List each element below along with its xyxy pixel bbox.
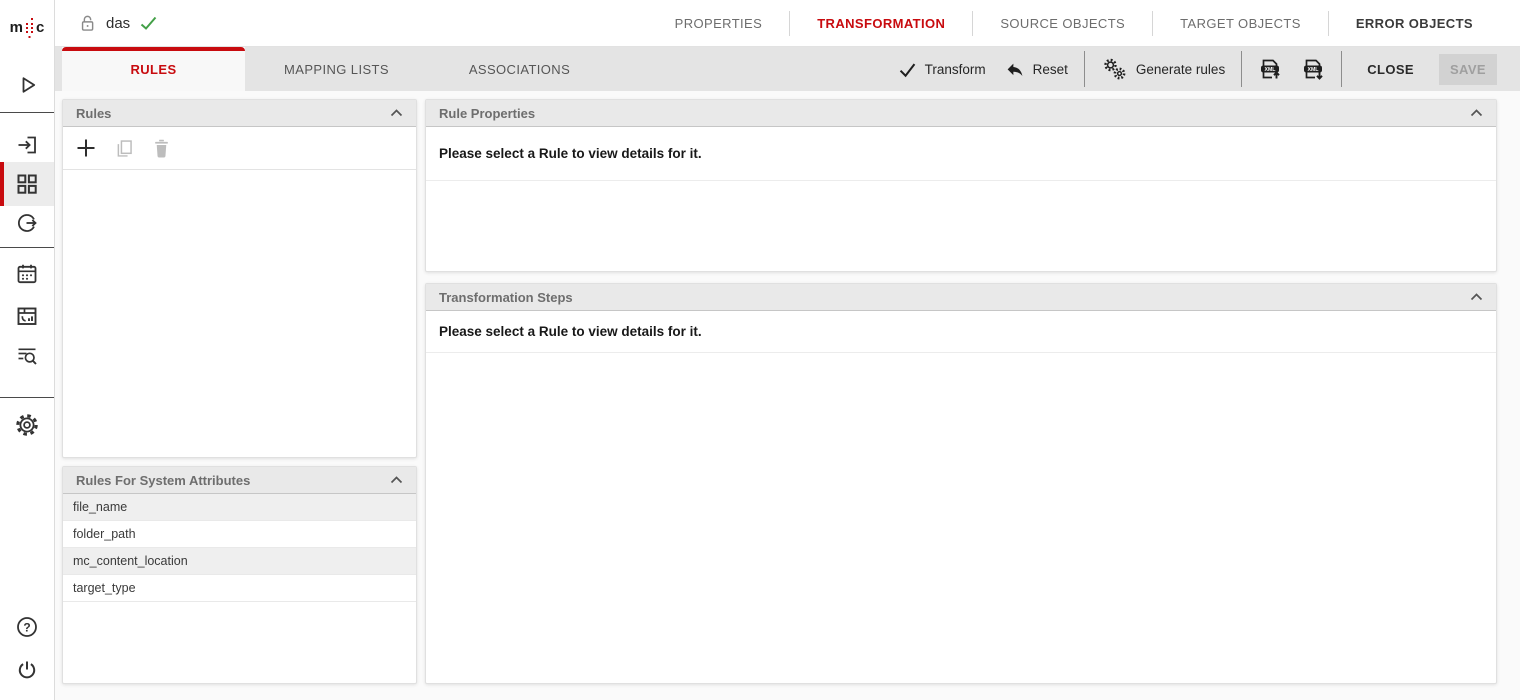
- toolbar-divider: [1341, 51, 1342, 87]
- logo-letter-m: m: [10, 19, 23, 36]
- app-sidebar: m c: [0, 0, 55, 700]
- tab-rules[interactable]: RULES: [62, 47, 245, 91]
- rule-properties-panel: Rule Properties Please select a Rule to …: [425, 99, 1497, 272]
- run-icon[interactable]: [0, 63, 54, 107]
- document-name: das: [106, 15, 130, 32]
- transformation-steps-panel: Transformation Steps Please select a Rul…: [425, 283, 1497, 684]
- toolbar-divider: [1241, 51, 1242, 87]
- tab-target-objects[interactable]: TARGET OBJECTS: [1153, 16, 1328, 31]
- rules-actions-bar: [63, 127, 416, 170]
- reset-button[interactable]: Reset: [1002, 60, 1071, 78]
- green-check-icon: [139, 15, 158, 31]
- logo-dots-icon: [24, 17, 35, 39]
- attribute-row-target-type[interactable]: target_type: [63, 575, 416, 602]
- copy-rule-button[interactable]: [114, 138, 135, 159]
- transformation-steps-header: Transformation Steps: [426, 284, 1496, 311]
- xml-export-button[interactable]: XML: [1298, 57, 1328, 81]
- collapse-chevron-icon[interactable]: [1470, 293, 1483, 301]
- system-attributes-header: Rules For System Attributes: [63, 467, 416, 494]
- power-icon[interactable]: [0, 648, 54, 692]
- app-logo: m c: [0, 0, 54, 55]
- attribute-row-file-name[interactable]: file_name: [63, 494, 416, 521]
- undo-icon: [1005, 60, 1025, 78]
- dashboard-grid-icon[interactable]: [0, 162, 54, 206]
- help-icon[interactable]: ?: [0, 605, 54, 649]
- transformation-steps-empty-message: Please select a Rule to view details for…: [426, 311, 1496, 353]
- rules-tab-strip: RULES MAPPING LISTS ASSOCIATIONS: [62, 47, 611, 91]
- transformation-steps-title: Transformation Steps: [439, 290, 573, 305]
- svg-text:XML: XML: [1265, 67, 1277, 73]
- scheduler-icon[interactable]: [0, 252, 54, 296]
- logo-letter-c: c: [36, 19, 44, 36]
- tab-associations[interactable]: ASSOCIATIONS: [428, 47, 611, 91]
- tab-source-objects[interactable]: SOURCE OBJECTS: [973, 16, 1152, 31]
- check-icon: [898, 61, 917, 78]
- reset-label: Reset: [1033, 62, 1068, 77]
- gears-icon: [1101, 57, 1128, 81]
- close-button[interactable]: CLOSE: [1355, 62, 1426, 77]
- toolbar-divider: [1084, 51, 1085, 87]
- rule-properties-title: Rule Properties: [439, 106, 535, 121]
- main-nav-tabs: PROPERTIES TRANSFORMATION SOURCE OBJECTS…: [648, 11, 1500, 36]
- import-icon[interactable]: [0, 123, 54, 167]
- attribute-row-folder-path[interactable]: folder_path: [63, 521, 416, 548]
- sidebar-divider: [0, 112, 54, 113]
- add-rule-button[interactable]: [75, 137, 97, 159]
- transformation-subheader: RULES MAPPING LISTS ASSOCIATIONS Transfo…: [55, 47, 1520, 91]
- collapse-chevron-icon[interactable]: [390, 476, 403, 484]
- tab-error-objects[interactable]: ERROR OBJECTS: [1329, 16, 1500, 31]
- generate-rules-button[interactable]: Generate rules: [1098, 57, 1228, 81]
- rules-panel-title: Rules: [76, 106, 111, 121]
- settings-icon[interactable]: [0, 403, 54, 447]
- reports-icon[interactable]: [0, 294, 54, 338]
- rules-toolbar: Transform Reset Generate rules: [895, 47, 1497, 91]
- sidebar-divider: [0, 397, 54, 398]
- xml-import-icon: XML: [1258, 57, 1282, 81]
- collapse-chevron-icon[interactable]: [390, 109, 403, 117]
- title-bar: das PROPERTIES TRANSFORMATION SOURCE OBJ…: [55, 0, 1520, 47]
- collapse-chevron-icon[interactable]: [1470, 109, 1483, 117]
- generate-rules-label: Generate rules: [1136, 62, 1225, 77]
- svg-text:?: ?: [23, 620, 30, 634]
- rules-panel-header: Rules: [63, 100, 416, 127]
- tab-mapping-lists[interactable]: MAPPING LISTS: [245, 47, 428, 91]
- document-info: das: [78, 13, 158, 33]
- log-search-icon[interactable]: [0, 334, 54, 378]
- svg-text:XML: XML: [1308, 67, 1320, 73]
- export-icon[interactable]: [0, 201, 54, 245]
- xml-import-button[interactable]: XML: [1255, 57, 1285, 81]
- rules-list-empty-area: [63, 170, 416, 457]
- tab-transformation[interactable]: TRANSFORMATION: [790, 16, 972, 31]
- sidebar-divider: [0, 247, 54, 248]
- transform-label: Transform: [925, 62, 986, 77]
- tab-properties[interactable]: PROPERTIES: [648, 16, 790, 31]
- rule-properties-empty-message: Please select a Rule to view details for…: [426, 127, 1496, 181]
- system-attributes-panel: Rules For System Attributes file_name fo…: [62, 466, 417, 684]
- attribute-row-mc-content-location[interactable]: mc_content_location: [63, 548, 416, 575]
- rule-properties-header: Rule Properties: [426, 100, 1496, 127]
- rules-panel: Rules: [62, 99, 417, 458]
- delete-rule-button[interactable]: [152, 138, 171, 159]
- transform-button[interactable]: Transform: [895, 61, 989, 78]
- system-attributes-title: Rules For System Attributes: [76, 473, 250, 488]
- save-button[interactable]: SAVE: [1439, 54, 1497, 85]
- xml-export-icon: XML: [1301, 57, 1325, 81]
- unlock-icon: [78, 13, 97, 33]
